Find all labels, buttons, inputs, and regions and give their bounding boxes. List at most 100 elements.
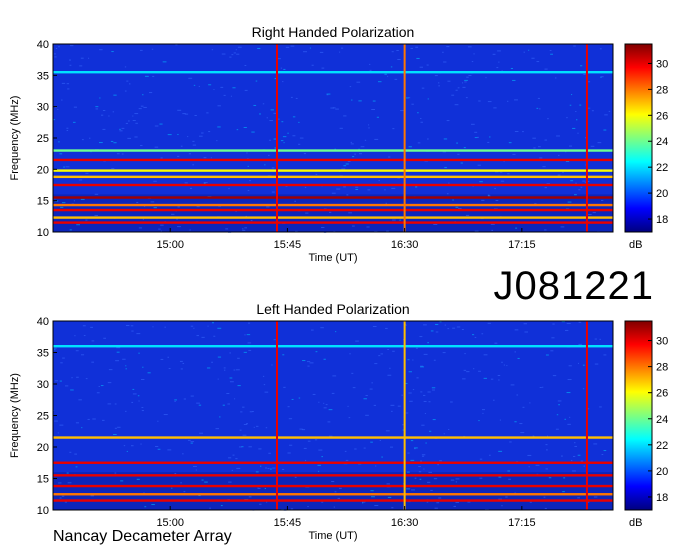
noise-speck (329, 211, 332, 213)
noise-speck (590, 145, 595, 147)
noise-speck (75, 350, 79, 352)
noise-speck (243, 351, 247, 353)
noise-speck (270, 109, 274, 111)
noise-speck (326, 93, 331, 95)
noise-speck (282, 354, 285, 356)
noise-speck (350, 141, 353, 143)
noise-speck (334, 491, 337, 493)
noise-speck (578, 189, 581, 191)
noise-speck (155, 445, 159, 447)
burst-line (585, 321, 588, 510)
noise-speck (474, 137, 478, 139)
noise-speck (142, 366, 144, 368)
noise-speck (204, 481, 208, 483)
noise-speck (102, 419, 105, 421)
noise-speck (407, 359, 410, 361)
noise-speck (522, 406, 525, 408)
noise-speck (425, 442, 427, 444)
noise-speck (412, 389, 415, 391)
noise-speck (60, 206, 64, 208)
noise-speck (111, 168, 115, 170)
noise-speck (336, 188, 341, 190)
noise-speck (347, 405, 349, 407)
noise-speck (124, 90, 127, 92)
noise-speck (262, 103, 265, 105)
noise-speck (544, 139, 548, 141)
y-tick-label: 40 (37, 316, 49, 328)
spectrogram-lowband (53, 194, 613, 232)
noise-speck (516, 394, 519, 396)
noise-speck (569, 104, 572, 106)
noise-speck (327, 421, 331, 423)
noise-speck (479, 181, 483, 183)
noise-speck (232, 454, 235, 456)
noise-speck (462, 86, 466, 88)
noise-speck (474, 131, 478, 133)
noise-speck (229, 381, 234, 383)
noise-speck (545, 354, 549, 356)
noise-speck (400, 110, 404, 112)
noise-speck (341, 47, 344, 49)
noise-speck (549, 49, 552, 51)
noise-speck (390, 66, 393, 68)
noise-speck (471, 123, 475, 125)
colorbar-tick-label: 22 (656, 440, 668, 452)
noise-speck (466, 76, 469, 78)
noise-speck (236, 53, 240, 55)
noise-speck (221, 53, 226, 55)
noise-speck (339, 127, 343, 129)
noise-speck (233, 369, 236, 371)
noise-speck (121, 153, 124, 155)
noise-speck (167, 356, 169, 358)
noise-speck (247, 342, 252, 344)
noise-speck (528, 466, 530, 468)
noise-speck (394, 78, 398, 80)
noise-speck (103, 337, 106, 339)
noise-speck (59, 380, 62, 382)
noise-speck (225, 228, 229, 230)
noise-speck (391, 410, 393, 412)
noise-speck (246, 422, 248, 424)
noise-speck (455, 481, 458, 483)
noise-speck (478, 100, 481, 102)
noise-speck (116, 351, 120, 353)
noise-speck (575, 119, 578, 121)
noise-speck (347, 161, 351, 163)
noise-speck (417, 112, 419, 114)
noise-speck (154, 125, 159, 127)
noise-speck (58, 141, 60, 143)
noise-speck (460, 162, 463, 164)
noise-speck (177, 109, 182, 111)
noise-speck (171, 487, 173, 489)
noise-speck (542, 166, 546, 168)
noise-speck (367, 189, 371, 191)
x-tick-label: 17:15 (508, 517, 536, 529)
noise-speck (439, 460, 442, 462)
noise-speck (325, 404, 328, 406)
noise-speck (312, 393, 316, 395)
emission-band (53, 158, 613, 162)
noise-speck (508, 142, 512, 144)
noise-speck (408, 146, 412, 148)
noise-speck (201, 336, 205, 338)
noise-speck (81, 139, 84, 141)
burst-line (403, 44, 406, 232)
noise-speck (524, 331, 528, 333)
noise-speck (63, 166, 65, 168)
noise-speck (307, 506, 309, 508)
noise-speck (250, 219, 253, 221)
noise-speck (572, 470, 576, 472)
noise-speck (386, 483, 390, 485)
noise-speck (389, 446, 394, 448)
noise-speck (61, 495, 65, 497)
noise-speck (290, 96, 293, 98)
noise-speck (331, 392, 335, 394)
noise-speck (430, 330, 434, 332)
noise-speck (512, 153, 516, 155)
noise-speck (321, 67, 325, 69)
noise-speck (482, 412, 484, 414)
noise-speck (158, 228, 161, 230)
noise-speck (66, 129, 69, 131)
noise-speck (160, 157, 163, 159)
colorbar-tick-label: 30 (656, 336, 668, 348)
